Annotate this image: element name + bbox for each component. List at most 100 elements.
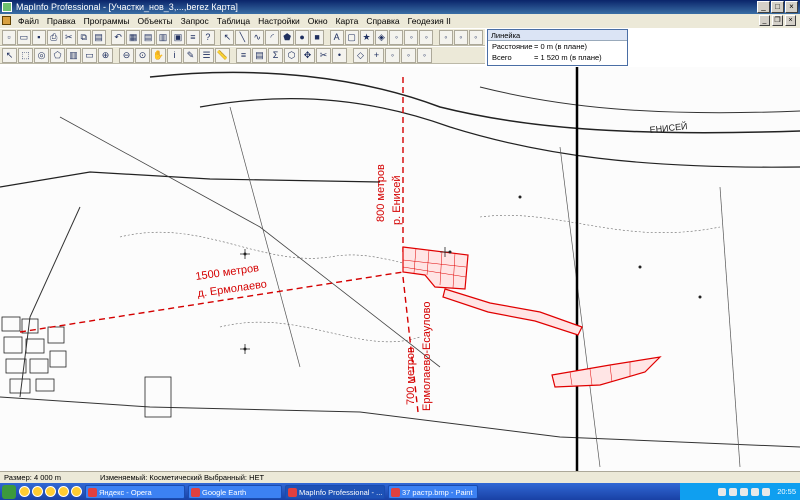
google-earth-icon <box>191 487 200 497</box>
polyline-icon[interactable]: ∿ <box>250 30 265 45</box>
radius-icon[interactable]: ◎ <box>34 48 49 63</box>
annotation-road: Ермолаево-Есаулово <box>421 301 433 411</box>
region-icon[interactable]: ⬡ <box>284 48 299 63</box>
cut-icon[interactable]: ✂ <box>61 30 76 45</box>
toolbar-separator <box>434 30 438 44</box>
menu-help[interactable]: Справка <box>362 14 403 28</box>
help-icon[interactable]: ? <box>200 30 215 45</box>
change-view-icon[interactable]: ⊙ <box>135 48 150 63</box>
geo3-icon[interactable]: ◦ <box>417 48 432 63</box>
menu-objects[interactable]: Объекты <box>134 14 177 28</box>
pointer-icon[interactable]: ↖ <box>220 30 235 45</box>
zoom-out-icon[interactable]: ⊖ <box>119 48 134 63</box>
node-icon[interactable]: • <box>332 48 347 63</box>
menu-edit[interactable]: Правка <box>43 14 80 28</box>
clock[interactable]: 20:55 <box>777 487 796 496</box>
map-canvas[interactable]: ЕНИСЕЙ 800 метров р. Енисей 1500 метров … <box>0 67 800 471</box>
paste-icon[interactable]: ▤ <box>91 30 106 45</box>
tray-icon[interactable] <box>718 487 727 496</box>
add-node-icon[interactable]: + <box>369 48 384 63</box>
menu-window[interactable]: Окно <box>304 14 332 28</box>
label-icon[interactable]: ✎ <box>183 48 198 63</box>
task-mapinfo[interactable]: MapInfo Professional - ... <box>285 484 385 499</box>
task-google-earth[interactable]: Google Earth <box>188 484 282 499</box>
document-icon[interactable] <box>2 16 11 25</box>
style-icon[interactable]: ◈ <box>374 30 389 45</box>
info-icon[interactable]: i <box>167 48 182 63</box>
statistics-icon[interactable]: ▤ <box>252 48 267 63</box>
quicklaunch-icon[interactable] <box>58 486 69 497</box>
maximize-button[interactable]: □ <box>771 1 784 13</box>
tool3-icon[interactable]: ◦ <box>419 30 434 45</box>
frame-icon[interactable]: ▢ <box>344 30 359 45</box>
layer-control-icon[interactable]: ☰ <box>199 48 214 63</box>
menu-query[interactable]: Запрос <box>177 14 213 28</box>
status-bar: Размер: 4 000 m Изменяемый: Косметически… <box>0 471 800 483</box>
arc-icon[interactable]: ◜ <box>265 30 280 45</box>
tool6-icon[interactable]: ◦ <box>468 30 483 45</box>
menu-table[interactable]: Таблица <box>213 14 254 28</box>
save-icon[interactable]: ▪ <box>31 30 46 45</box>
close-button[interactable]: × <box>785 1 798 13</box>
ellipse-icon[interactable]: ● <box>295 30 310 45</box>
undo-icon[interactable]: ↶ <box>111 30 126 45</box>
tool5-icon[interactable]: ◦ <box>453 30 468 45</box>
menu-programs[interactable]: Программы <box>80 14 134 28</box>
zoom-in-icon[interactable]: ⊕ <box>98 48 113 63</box>
ruler-icon[interactable]: 📏 <box>215 48 230 63</box>
task-label: MapInfo Professional - ... <box>299 487 383 497</box>
tray-icon[interactable] <box>751 487 760 496</box>
reshape-icon[interactable]: ◇ <box>353 48 368 63</box>
legend-icon[interactable]: ≡ <box>185 30 200 45</box>
geo2-icon[interactable]: ◦ <box>401 48 416 63</box>
layout-icon[interactable]: ▣ <box>170 30 185 45</box>
doc-restore-button[interactable]: ❐ <box>772 15 783 26</box>
menu-file[interactable]: Файл <box>14 14 43 28</box>
print-icon[interactable]: ⎙ <box>46 30 61 45</box>
sum-icon[interactable]: Σ <box>268 48 283 63</box>
task-paint[interactable]: 37 растр.bmp - Paint <box>388 484 478 499</box>
unselect-icon[interactable]: ▭ <box>82 48 97 63</box>
clip-icon[interactable]: ✂ <box>316 48 331 63</box>
quick-launch <box>19 486 82 497</box>
open-icon[interactable]: ▭ <box>16 30 31 45</box>
minimize-button[interactable]: _ <box>757 1 770 13</box>
map-window-icon[interactable]: ▦ <box>126 30 141 45</box>
doc-close-button[interactable]: × <box>785 15 796 26</box>
drag-icon[interactable]: ✥ <box>300 48 315 63</box>
line-icon[interactable]: ╲ <box>235 30 250 45</box>
menu-geodesy[interactable]: Геодезия II <box>404 14 455 28</box>
menu-options[interactable]: Настройки <box>254 14 304 28</box>
new-icon[interactable]: ▫ <box>2 30 16 45</box>
geo-icon[interactable]: ◦ <box>385 48 400 63</box>
quicklaunch-icon[interactable] <box>19 486 30 497</box>
graph-icon[interactable]: ▥ <box>156 30 170 45</box>
symbol-icon[interactable]: ★ <box>359 30 374 45</box>
tray-icon[interactable] <box>762 487 771 496</box>
tool2-icon[interactable]: ◦ <box>404 30 419 45</box>
copy-icon[interactable]: ⧉ <box>76 30 91 45</box>
select-icon[interactable]: ↖ <box>2 48 17 63</box>
polygon-icon[interactable]: ⬟ <box>280 30 295 45</box>
quicklaunch-icon[interactable] <box>32 486 43 497</box>
doc-minimize-button[interactable]: _ <box>759 15 770 26</box>
polygon-select-icon[interactable]: ⬠ <box>50 48 65 63</box>
rectangle-icon[interactable]: ■ <box>310 30 325 45</box>
browser-icon[interactable]: ▤ <box>141 30 156 45</box>
tray-icon[interactable] <box>729 487 738 496</box>
start-button[interactable] <box>2 484 16 499</box>
boundary-icon[interactable]: ▥ <box>66 48 81 63</box>
marquee-icon[interactable]: ⬚ <box>18 48 33 63</box>
quicklaunch-icon[interactable] <box>71 486 82 497</box>
tool-icon[interactable]: ◦ <box>389 30 404 45</box>
menu-map[interactable]: Карта <box>332 14 363 28</box>
text-icon[interactable]: A <box>329 30 344 45</box>
tray-icon[interactable] <box>740 487 749 496</box>
legend-icon[interactable]: ≡ <box>236 48 251 63</box>
ruler-window[interactable]: Линейка Расстояние = 0 m (в плане) Всего… <box>487 29 628 66</box>
grabber-icon[interactable]: ✋ <box>151 48 166 63</box>
ruler-distance-value: = 0 m (в плане) <box>534 42 588 51</box>
task-opera[interactable]: Яндекс - Opera <box>85 484 185 499</box>
tool4-icon[interactable]: ◦ <box>438 30 453 45</box>
quicklaunch-icon[interactable] <box>45 486 56 497</box>
